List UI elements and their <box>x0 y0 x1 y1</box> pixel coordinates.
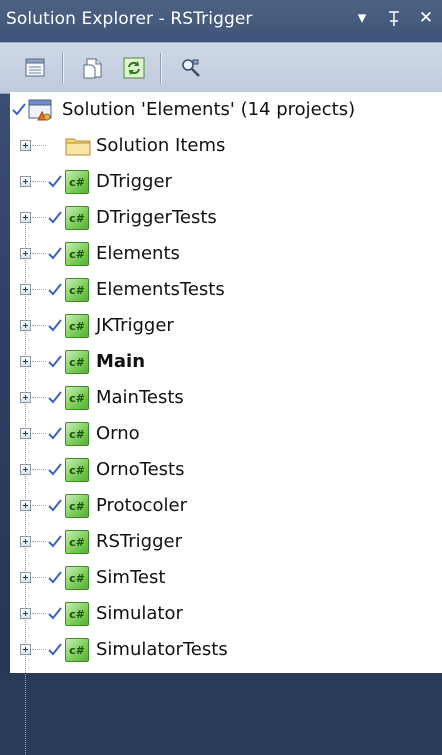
checkmark-icon <box>48 283 62 296</box>
tree-project-item[interactable]: c# OrnoTests <box>10 452 442 488</box>
tree-item-label: JKTrigger <box>96 315 174 336</box>
close-icon[interactable]: ✕ <box>416 8 436 32</box>
csharp-project-icon: c# <box>65 386 89 410</box>
expand-icon[interactable] <box>20 140 31 151</box>
tree-project-item[interactable]: c# DTriggerTests <box>10 200 442 236</box>
checkmark-icon <box>48 319 62 332</box>
window-title: Solution Explorer - RSTrigger <box>6 9 253 29</box>
class-view-icon[interactable] <box>177 54 205 82</box>
expand-icon[interactable] <box>20 284 31 295</box>
tree-project-item[interactable]: c# MainTests <box>10 380 442 416</box>
checkmark-icon <box>48 211 62 224</box>
expand-icon[interactable] <box>20 608 31 619</box>
expand-icon[interactable] <box>20 428 31 439</box>
tree-item-label: Orno <box>96 423 140 444</box>
csharp-project-icon: c# <box>65 314 89 338</box>
expand-icon[interactable] <box>20 356 31 367</box>
tree-item-label: OrnoTests <box>96 459 185 480</box>
checkmark-icon <box>48 643 62 656</box>
csharp-project-icon: c# <box>65 170 89 194</box>
checkmark-icon <box>48 355 62 368</box>
csharp-project-icon: c# <box>65 566 89 590</box>
csharp-project-icon: c# <box>65 458 89 482</box>
csharp-project-icon: c# <box>65 206 89 230</box>
folder-icon <box>65 138 91 156</box>
solution-tree: Solution 'Elements' (14 projects) Soluti… <box>10 92 442 755</box>
csharp-project-icon: c# <box>65 638 89 662</box>
tree-item-label: MainTests <box>96 387 184 408</box>
tree-project-item[interactable]: c# JKTrigger <box>10 308 442 344</box>
toolbar <box>0 42 442 94</box>
tree-project-item[interactable]: c# RSTrigger <box>10 524 442 560</box>
checkmark-icon <box>48 391 62 404</box>
tree-item-label: Main <box>96 351 146 372</box>
checkmark-icon <box>48 427 62 440</box>
pin-icon[interactable] <box>384 8 404 32</box>
expand-icon[interactable] <box>20 572 31 583</box>
solution-label: Solution 'Elements' (14 projects) <box>62 99 356 120</box>
tree-item-label: Solution Items <box>96 135 226 156</box>
tree-project-item[interactable]: c# SimTest <box>10 560 442 596</box>
checkmark-icon <box>48 175 62 188</box>
tree-item-label: ElementsTests <box>96 279 225 300</box>
checkmark-icon <box>48 571 62 584</box>
csharp-project-icon: c# <box>65 350 89 374</box>
expand-icon[interactable] <box>20 536 31 547</box>
csharp-project-icon: c# <box>65 494 89 518</box>
csharp-project-icon: c# <box>65 242 89 266</box>
tree-project-item[interactable]: c# Orno <box>10 416 442 452</box>
expand-icon[interactable] <box>20 464 31 475</box>
csharp-project-icon: c# <box>65 422 89 446</box>
title-bar: Solution Explorer - RSTrigger ▾ ✕ <box>0 0 442 42</box>
tree-item-label: SimulatorTests <box>96 639 228 660</box>
tree-project-item[interactable]: c# Simulator <box>10 596 442 632</box>
solution-explorer-window: Solution Explorer - RSTrigger ▾ ✕ Soluti… <box>0 0 442 755</box>
tree-project-item[interactable]: c# Protocoler <box>10 488 442 524</box>
checkmark-icon <box>48 499 62 512</box>
checkmark-icon <box>48 463 62 476</box>
expand-icon[interactable] <box>20 500 31 511</box>
csharp-project-icon: c# <box>65 278 89 302</box>
expand-icon[interactable] <box>20 212 31 223</box>
tree-item-label: DTrigger <box>96 171 172 192</box>
checkmark-icon <box>48 247 62 260</box>
tree-item-label: SimTest <box>96 567 166 588</box>
expand-icon[interactable] <box>20 176 31 187</box>
csharp-project-icon: c# <box>65 602 89 626</box>
expand-icon[interactable] <box>20 644 31 655</box>
tree-item-label: RSTrigger <box>96 531 183 552</box>
tree-project-item[interactable]: c# ElementsTests <box>10 272 442 308</box>
tree-project-item[interactable]: c# DTrigger <box>10 164 442 200</box>
tree-item-label: Simulator <box>96 603 183 624</box>
tree-item-label: Protocoler <box>96 495 188 516</box>
properties-icon[interactable] <box>22 54 50 82</box>
checkmark-icon <box>48 535 62 548</box>
csharp-project-icon: c# <box>65 530 89 554</box>
expand-icon[interactable] <box>20 248 31 259</box>
tree-root-solution[interactable]: Solution 'Elements' (14 projects) <box>10 92 442 128</box>
tree-project-item[interactable]: c# Main <box>10 344 442 380</box>
refresh-icon[interactable] <box>120 54 148 82</box>
expand-icon[interactable] <box>20 392 31 403</box>
tree-item-label: Elements <box>96 243 180 264</box>
checkmark-icon <box>48 607 62 620</box>
tree-project-item[interactable]: c# SimulatorTests <box>10 632 442 668</box>
solution-icon <box>28 99 52 121</box>
tree-folder-item[interactable]: Solution Items <box>10 128 442 164</box>
expand-icon[interactable] <box>20 320 31 331</box>
tree-item-label: DTriggerTests <box>96 207 217 228</box>
checkmark-icon <box>12 103 26 116</box>
show-all-files-icon[interactable] <box>79 54 107 82</box>
tree-project-item[interactable]: c# Elements <box>10 236 442 272</box>
dropdown-icon[interactable]: ▾ <box>352 8 372 32</box>
